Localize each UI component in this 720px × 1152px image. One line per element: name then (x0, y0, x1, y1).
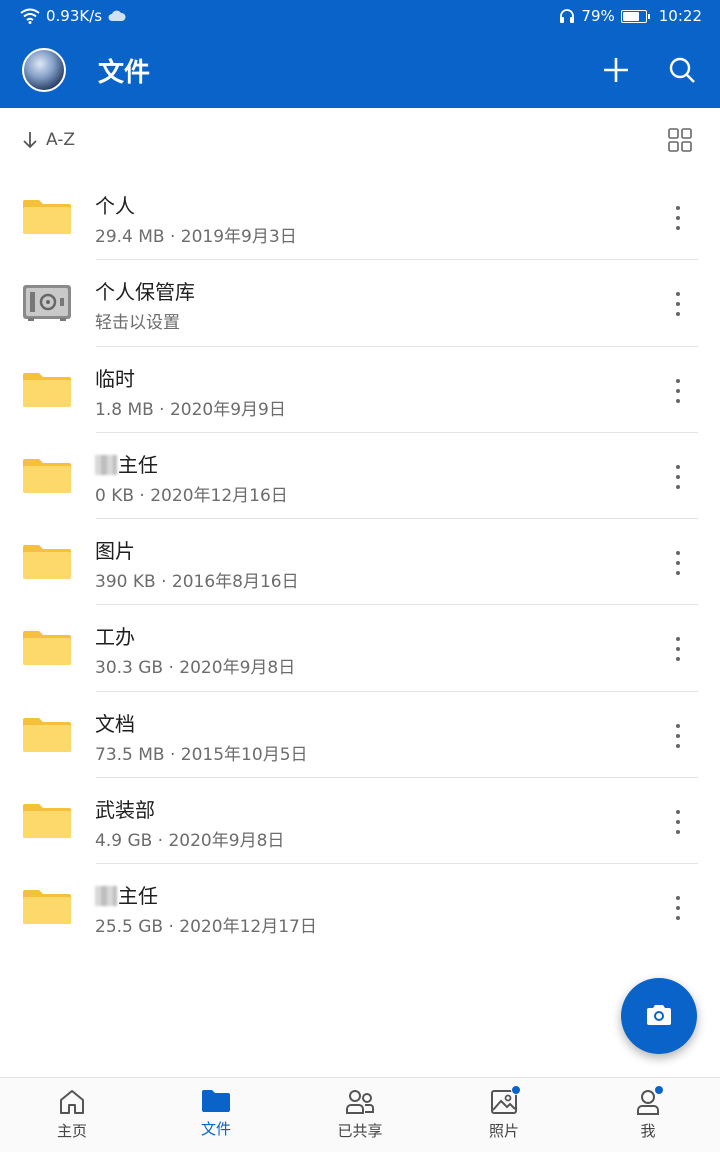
nav-label: 已共享 (337, 1122, 383, 1140)
battery-fill (622, 11, 640, 21)
folder-icon (23, 717, 71, 752)
list-item[interactable]: 临时 1.8 MB · 2020年9月9日 (0, 347, 720, 433)
list-item[interactable]: 个人保管库 轻击以设置 (0, 260, 720, 347)
notification-badge (511, 1085, 521, 1095)
home-icon (60, 1090, 84, 1114)
more-options-icon[interactable] (666, 894, 690, 922)
more-options-icon[interactable] (666, 722, 690, 750)
cloud-icon (108, 10, 126, 21)
item-name: 武装部 (95, 798, 155, 823)
search-icon[interactable] (666, 54, 698, 86)
nav-label: 文件 (200, 1120, 231, 1138)
list-item[interactable]: 工办 30.3 GB · 2020年9月8日 (0, 605, 720, 692)
status-bar: 0.93K/s 79% 10:22 (0, 0, 720, 34)
vault-icon (23, 285, 71, 322)
item-meta: 390 KB · 2016年8月16日 (95, 572, 299, 593)
item-name-text: 主任 (118, 452, 158, 477)
more-options-icon[interactable] (666, 635, 690, 663)
item-meta: 25.5 GB · 2020年12月17日 (95, 917, 317, 938)
more-options-icon[interactable] (666, 549, 690, 577)
folder-icon (23, 372, 71, 407)
item-name-text: 主任 (118, 884, 158, 909)
arrow-down-icon (23, 132, 37, 149)
folder-icon (23, 200, 71, 234)
more-options-icon[interactable] (666, 808, 690, 836)
page-title: 文件 (98, 58, 151, 88)
battery-icon (620, 9, 650, 23)
bottom-nav: 主页 文件 已共享 照片 我 (0, 1077, 720, 1152)
more-options-icon[interactable] (666, 290, 690, 318)
item-name: 主任 (95, 449, 158, 478)
sort-label: A-Z (46, 130, 76, 150)
list-item[interactable]: 图片 390 KB · 2016年8月16日 (0, 519, 720, 606)
redacted-text (95, 454, 117, 475)
network-speed: 0.93K/s (46, 7, 103, 25)
item-name: 个人保管库 (95, 280, 195, 305)
item-name: 图片 (95, 539, 135, 564)
item-name: 工办 (95, 625, 135, 650)
nav-me[interactable]: 我 (598, 1085, 698, 1148)
item-meta: 73.5 MB · 2015年10月5日 (95, 744, 308, 765)
item-meta: 0 KB · 2020年12月16日 (95, 485, 288, 506)
nav-label: 主页 (56, 1122, 87, 1140)
list-item[interactable]: 武装部 4.9 GB · 2020年9月8日 (0, 778, 720, 865)
nav-label: 照片 (488, 1122, 519, 1140)
list-item[interactable]: 主任 0 KB · 2020年12月16日 (0, 433, 720, 520)
file-list: 个人 29.4 MB · 2019年9月3日 个人保管库 轻击以设置 临时 1.… (0, 174, 720, 951)
app-header: 文件 (0, 34, 720, 108)
folder-icon (23, 631, 71, 666)
status-right: 79% 10:22 (559, 7, 702, 25)
item-meta: 30.3 GB · 2020年9月8日 (95, 658, 296, 679)
folder-icon (23, 458, 71, 493)
item-meta: 29.4 MB · 2019年9月3日 (95, 227, 297, 247)
list-item[interactable]: 主任 25.5 GB · 2020年12月17日 (0, 864, 720, 950)
more-options-icon[interactable] (666, 463, 690, 491)
list-item[interactable]: 个人 29.4 MB · 2019年9月3日 (0, 174, 720, 261)
people-icon (346, 1090, 374, 1114)
nav-files[interactable]: 文件 (166, 1088, 266, 1148)
status-left: 0.93K/s (20, 7, 126, 25)
item-meta: 轻击以设置 (95, 313, 180, 334)
nav-photos[interactable]: 照片 (454, 1085, 554, 1148)
notification-badge (654, 1085, 664, 1095)
folder-icon (23, 804, 71, 839)
folder-icon (23, 545, 71, 580)
item-name: 主任 (95, 880, 158, 909)
more-options-icon[interactable] (666, 377, 690, 405)
nav-shared[interactable]: 已共享 (310, 1088, 410, 1148)
nav-label: 我 (640, 1122, 656, 1140)
nav-home[interactable]: 主页 (22, 1088, 122, 1148)
folder-icon (23, 890, 71, 925)
list-item[interactable]: 文档 73.5 MB · 2015年10月5日 (0, 692, 720, 779)
camera-icon (647, 1005, 671, 1025)
item-name: 文档 (95, 711, 135, 736)
headphone-icon (560, 9, 575, 23)
wifi-icon (20, 8, 40, 24)
sort-button[interactable]: A-Z (22, 130, 75, 150)
battery-percent: 79% (581, 7, 615, 25)
item-name: 个人 (95, 194, 135, 218)
clock: 10:22 (658, 7, 702, 25)
camera-fab-button[interactable] (621, 978, 697, 1054)
folder-icon (202, 1090, 230, 1112)
add-icon[interactable] (600, 54, 632, 86)
item-meta: 1.8 MB · 2020年9月9日 (95, 399, 286, 420)
avatar[interactable] (22, 48, 66, 92)
sort-bar: A-Z (0, 108, 720, 176)
redacted-text (95, 886, 117, 907)
more-options-icon[interactable] (666, 204, 690, 232)
item-meta: 4.9 GB · 2020年9月8日 (95, 831, 285, 852)
item-name: 临时 (95, 366, 135, 391)
grid-view-icon[interactable] (668, 128, 692, 152)
